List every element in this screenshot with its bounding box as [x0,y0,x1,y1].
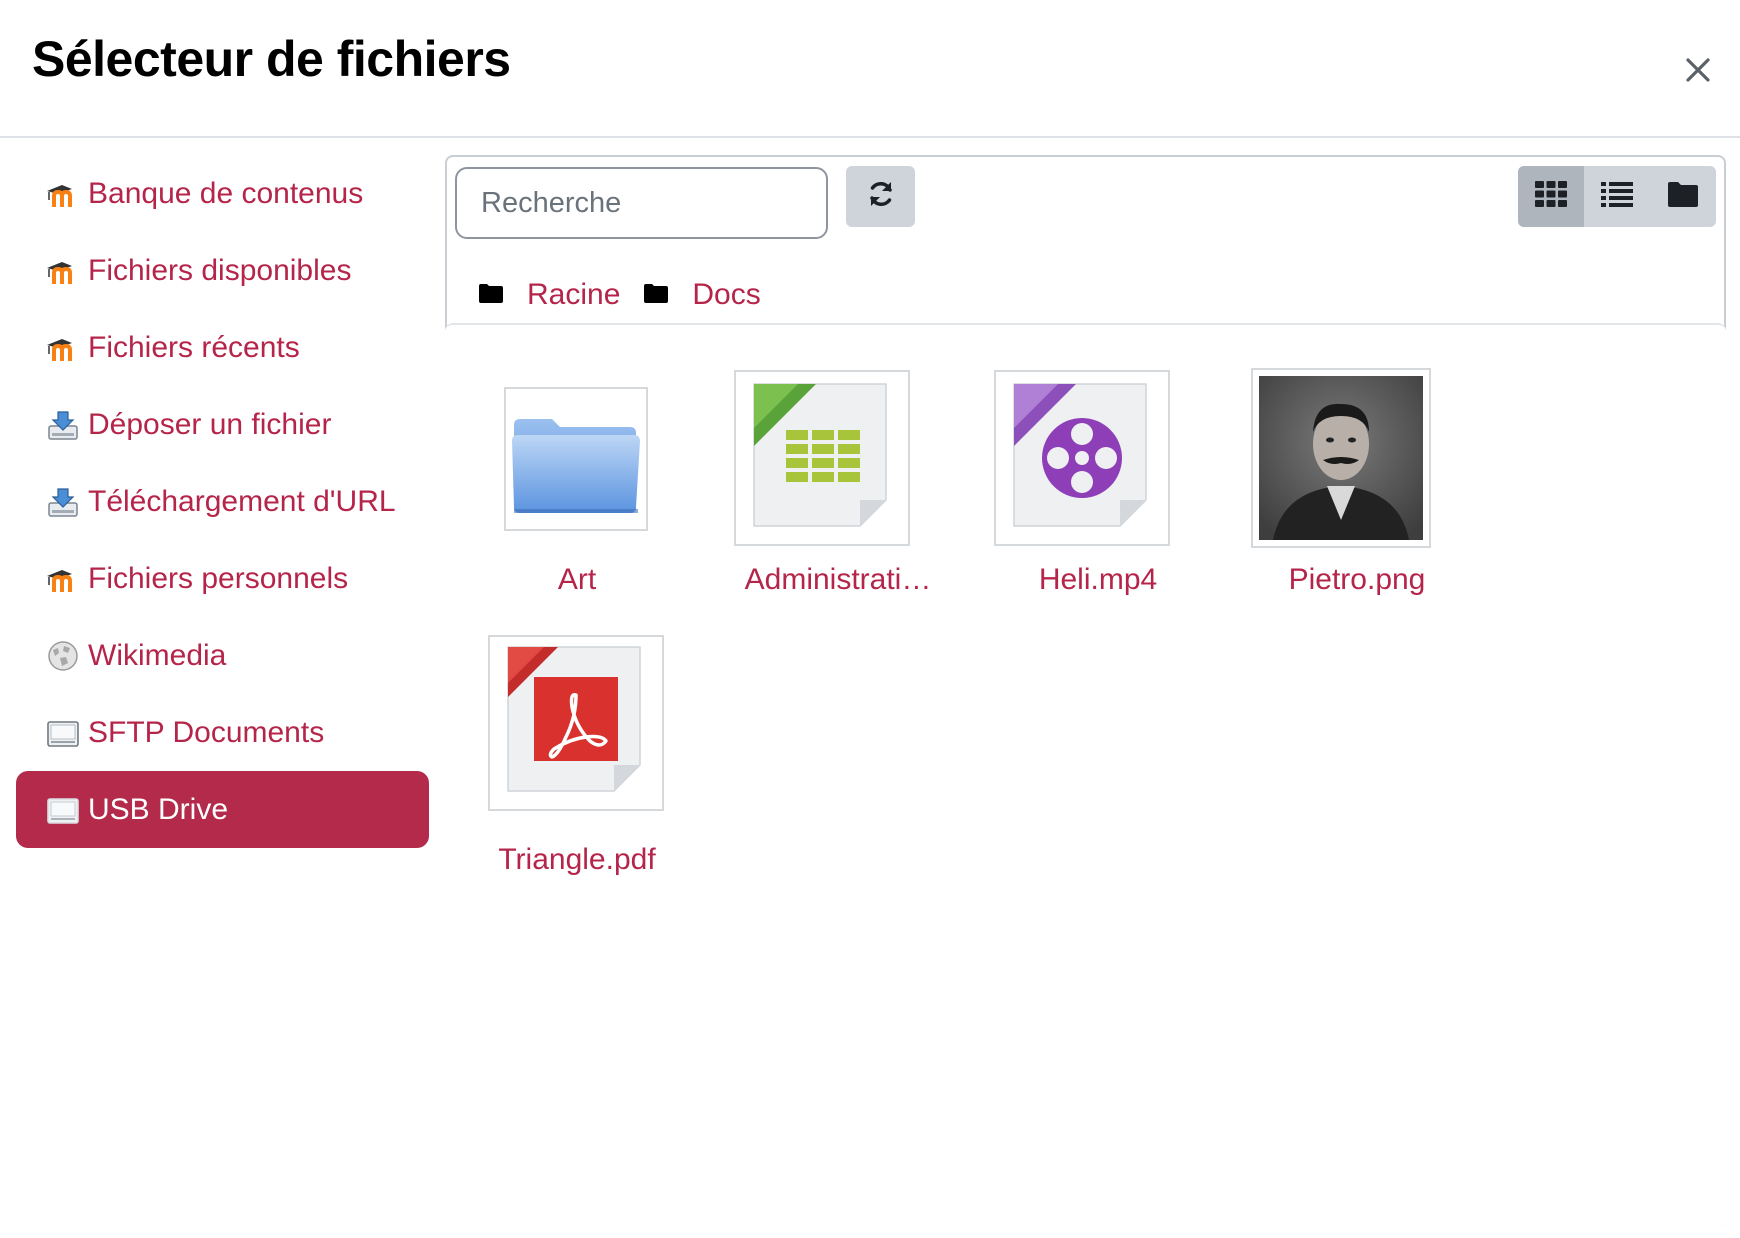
file-item-image[interactable]: Pietro.png [1247,325,1467,625]
sidebar-item-label: Fichiers personnels [88,561,349,595]
breadcrumb-label[interactable]: Racine [527,278,620,312]
portrait-photo-icon [1259,376,1423,540]
grid-view-button[interactable] [1518,166,1584,227]
moodle-icon [46,331,80,365]
file-grid: Art Administrati… Heli.mp4 Pietro.png Tr… [445,323,1726,1228]
refresh-button[interactable] [846,166,915,227]
moodle-icon [46,562,80,596]
video-icon [1013,383,1147,527]
spreadsheet-icon [753,383,887,527]
breadcrumb-item[interactable]: Docs [644,278,761,312]
drive-icon [46,793,80,827]
spreadsheet-thumbnail [734,370,910,546]
sidebar-item-upload-file[interactable]: Déposer un fichier [16,386,429,463]
view-mode-switcher [1518,166,1716,227]
breadcrumb-item[interactable]: Racine [479,278,620,312]
sidebar-item-label: SFTP Documents [88,715,325,749]
wikimedia-globe-icon [46,639,80,673]
file-name[interactable]: Pietro.png [1247,563,1467,597]
refresh-icon [866,179,896,214]
upload-icon [46,408,80,442]
sidebar-item-usb-drive[interactable]: USB Drive [16,771,429,848]
repository-sidebar: Banque de contenus Fichiers disponibles … [16,155,429,848]
sidebar-item-label: Banque de contenus [88,176,364,210]
tree-view-icon [1667,180,1699,213]
sidebar-item-label: Wikimedia [88,638,227,672]
image-thumbnail [1251,368,1431,548]
moodle-icon [46,177,80,211]
tree-view-button[interactable] [1650,166,1716,227]
grid-view-icon [1534,180,1568,213]
sidebar-item-server-files[interactable]: Fichiers disponibles [16,232,429,309]
moodle-icon [46,254,80,288]
breadcrumb-label[interactable]: Docs [692,278,760,312]
upload-icon [46,485,80,519]
search-input[interactable] [455,167,828,239]
sidebar-item-label: Déposer un fichier [88,407,332,441]
sidebar-item-wikimedia[interactable]: Wikimedia [16,617,429,694]
folder-icon [644,283,669,308]
drive-icon [46,716,80,750]
list-view-button[interactable] [1584,166,1650,227]
sidebar-item-label: Téléchargement d'URL [88,484,396,518]
sidebar-item-private-files[interactable]: Fichiers personnels [16,540,429,617]
file-item-spreadsheet[interactable]: Administrati… [728,325,948,625]
close-icon[interactable] [1680,52,1716,88]
modal-title: Sélecteur de fichiers [32,31,511,87]
sidebar-item-content-bank[interactable]: Banque de contenus [16,155,429,232]
file-name[interactable]: Triangle.pdf [467,843,687,877]
file-browser-panel: Racine Docs Art [445,155,1726,1228]
folder-thumbnail [504,387,648,531]
video-thumbnail [994,370,1170,546]
file-name[interactable]: Art [467,563,687,597]
file-item-pdf[interactable]: Triangle.pdf [467,635,687,935]
sidebar-item-url-download[interactable]: Téléchargement d'URL [16,463,429,540]
file-item-folder[interactable]: Art [467,325,687,625]
list-view-icon [1600,180,1634,213]
sidebar-item-label: Fichiers disponibles [88,253,352,287]
folder-icon [512,419,640,513]
pdf-thumbnail [488,635,664,811]
sidebar-item-recent-files[interactable]: Fichiers récents [16,309,429,386]
file-name[interactable]: Heli.mp4 [988,563,1208,597]
pdf-icon [507,646,641,792]
sidebar-item-label: USB Drive [88,792,229,826]
breadcrumb: Racine Docs [479,273,785,317]
folder-icon [479,283,503,308]
file-item-video[interactable]: Heli.mp4 [988,325,1208,625]
sidebar-item-sftp-documents[interactable]: SFTP Documents [16,694,429,771]
file-name[interactable]: Administrati… [728,563,948,597]
sidebar-item-label: Fichiers récents [88,330,300,364]
modal-header: Sélecteur de fichiers [0,0,1740,138]
